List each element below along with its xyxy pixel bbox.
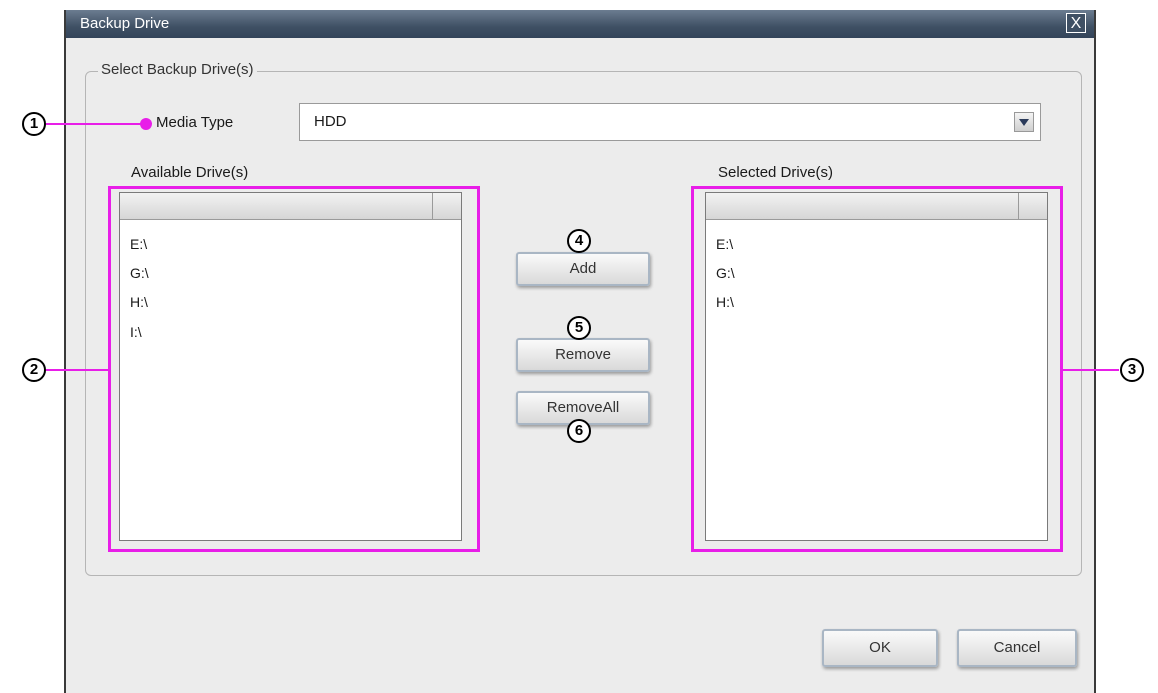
callout-6: 6: [567, 419, 591, 443]
title-bar: Backup Drive X: [66, 10, 1094, 38]
highlight-box-available: [108, 186, 480, 552]
dialog-title: Backup Drive: [80, 15, 170, 32]
callout-line-2: [46, 369, 110, 371]
callout-3: 3: [1120, 358, 1144, 382]
ok-button[interactable]: OK: [822, 629, 938, 667]
chevron-down-icon[interactable]: [1014, 112, 1034, 132]
group-legend: Select Backup Drive(s): [98, 61, 257, 78]
cancel-button[interactable]: Cancel: [957, 629, 1077, 667]
media-type-value: HDD: [314, 113, 347, 130]
callout-line-1: [46, 123, 146, 125]
add-button[interactable]: Add: [516, 252, 650, 286]
callout-5: 5: [567, 316, 591, 340]
highlight-box-selected: [691, 186, 1063, 552]
available-drives-label: Available Drive(s): [131, 164, 249, 181]
callout-dot-1: [140, 118, 152, 130]
callout-1: 1: [22, 112, 46, 136]
callout-line-3: [1061, 369, 1119, 371]
remove-button[interactable]: Remove: [516, 338, 650, 372]
callout-2: 2: [22, 358, 46, 382]
selected-drives-label: Selected Drive(s): [718, 164, 834, 181]
close-icon[interactable]: X: [1066, 13, 1086, 33]
callout-4: 4: [567, 229, 591, 253]
media-type-label: Media Type: [156, 114, 234, 131]
media-type-select[interactable]: HDD: [299, 103, 1041, 141]
